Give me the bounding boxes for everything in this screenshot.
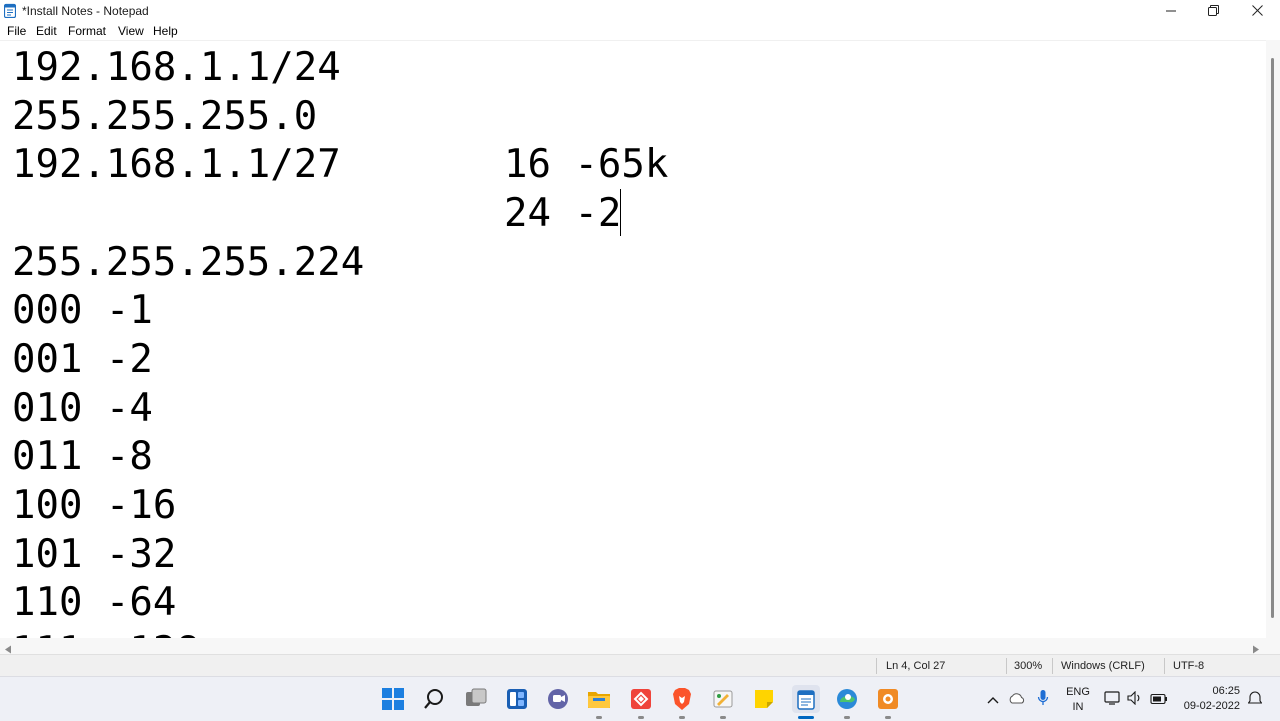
running-indicator — [844, 716, 850, 719]
encoding: UTF-8 — [1173, 660, 1205, 672]
paint-icon[interactable] — [709, 685, 737, 713]
active-indicator — [798, 716, 814, 719]
text-line: 101 -32 — [12, 532, 177, 577]
menu-help[interactable]: Help — [153, 24, 178, 38]
text-line: 011 -8 — [12, 434, 153, 479]
running-indicator — [638, 716, 644, 719]
restore-icon — [1207, 5, 1219, 16]
text-line: 000 -1 — [12, 288, 153, 333]
text-line: 255.255.255.0 — [12, 94, 318, 139]
menu-edit[interactable]: Edit — [36, 24, 57, 38]
scrollbar-thumb[interactable] — [1271, 58, 1274, 618]
cursor-position: Ln 4, Col 27 — [886, 660, 946, 672]
horizontal-scrollbar[interactable] — [0, 638, 1266, 654]
clock-date[interactable]: 09-02-2022 — [1170, 700, 1240, 712]
notepad-icon[interactable] — [792, 685, 820, 713]
text-line: 001 -2 — [12, 337, 153, 382]
network-icon[interactable] — [1104, 691, 1122, 710]
status-bar: Ln 4, Col 27 300% Windows (CRLF) UTF-8 — [0, 654, 1280, 677]
clock-time[interactable]: 06:25 — [1180, 685, 1240, 697]
zoom-level: 300% — [1014, 660, 1043, 672]
task-view-icon[interactable] — [462, 685, 490, 713]
text-editor[interactable]: 192.168.1.1/24 255.255.255.0 192.168.1.1… — [0, 40, 1266, 639]
microphone-icon[interactable] — [1037, 689, 1049, 712]
text-line: 110 -64 — [12, 580, 177, 625]
text-line: 100 -16 — [12, 483, 177, 528]
vertical-scrollbar[interactable] — [1266, 40, 1280, 638]
anydesk-icon[interactable] — [627, 685, 655, 713]
running-indicator — [596, 716, 602, 719]
file-explorer-icon[interactable] — [585, 685, 613, 713]
brave-browser-icon[interactable] — [668, 685, 696, 713]
restore-button[interactable] — [1192, 0, 1234, 21]
onedrive-cloud-icon[interactable] — [1008, 691, 1026, 709]
status-divider — [1052, 658, 1053, 674]
close-icon — [1251, 5, 1263, 16]
language-region[interactable]: IN — [1064, 701, 1092, 713]
text-line: 192.168.1.1/24 — [12, 45, 341, 90]
status-divider — [1164, 658, 1165, 674]
search-icon[interactable] — [420, 685, 448, 713]
chevron-up-icon[interactable] — [987, 691, 999, 709]
notification-icon[interactable] — [1247, 690, 1263, 711]
window-title: *Install Notes - Notepad — [22, 4, 149, 18]
menu-file[interactable]: File — [7, 24, 26, 38]
menu-bar: File Edit Format View Help — [0, 21, 1280, 40]
sticky-notes-icon[interactable] — [750, 685, 778, 713]
teams-chat-icon[interactable] — [544, 685, 572, 713]
status-divider — [1006, 658, 1007, 674]
minimize-icon — [1166, 10, 1176, 11]
running-indicator — [679, 716, 685, 719]
ollama-icon[interactable] — [874, 685, 902, 713]
volume-icon[interactable] — [1127, 690, 1143, 710]
text-line: 010 -4 — [12, 386, 153, 431]
menu-format[interactable]: Format — [68, 24, 106, 38]
running-indicator — [885, 716, 891, 719]
text-line: 255.255.255.224 — [12, 240, 365, 285]
menu-view[interactable]: View — [118, 24, 144, 38]
language-code[interactable]: ENG — [1064, 686, 1092, 698]
taskbar: ENG IN 06:25 09-02-2022 — [0, 676, 1280, 721]
status-divider — [876, 658, 877, 674]
title-bar: *Install Notes - Notepad — [0, 0, 1280, 21]
battery-icon[interactable] — [1150, 692, 1168, 710]
text-line: 16 -65k — [504, 142, 669, 187]
windows-start-icon[interactable] — [379, 685, 407, 713]
text-line: 24 -2 — [504, 191, 622, 236]
close-button[interactable] — [1236, 0, 1278, 21]
running-indicator — [720, 716, 726, 719]
scrollbar-corner — [1266, 638, 1280, 654]
notepad-icon — [3, 3, 17, 19]
text-line: 192.168.1.1/27 — [12, 142, 341, 187]
text-caret — [620, 189, 621, 236]
line-ending: Windows (CRLF) — [1061, 660, 1145, 672]
minimize-button[interactable] — [1150, 0, 1192, 21]
edge-browser-icon[interactable] — [833, 685, 861, 713]
widgets-icon[interactable] — [503, 685, 531, 713]
